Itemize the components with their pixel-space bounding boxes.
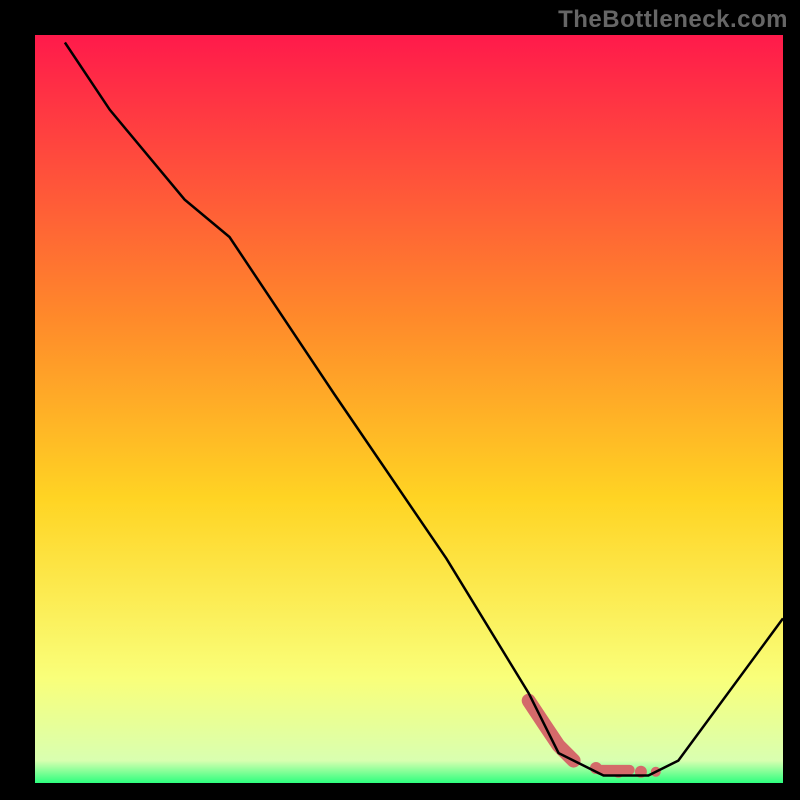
watermark-text: TheBottleneck.com [558,6,788,34]
chart-svg [0,0,800,800]
chart-frame: TheBottleneck.com [0,0,800,800]
plot-background [35,35,783,783]
